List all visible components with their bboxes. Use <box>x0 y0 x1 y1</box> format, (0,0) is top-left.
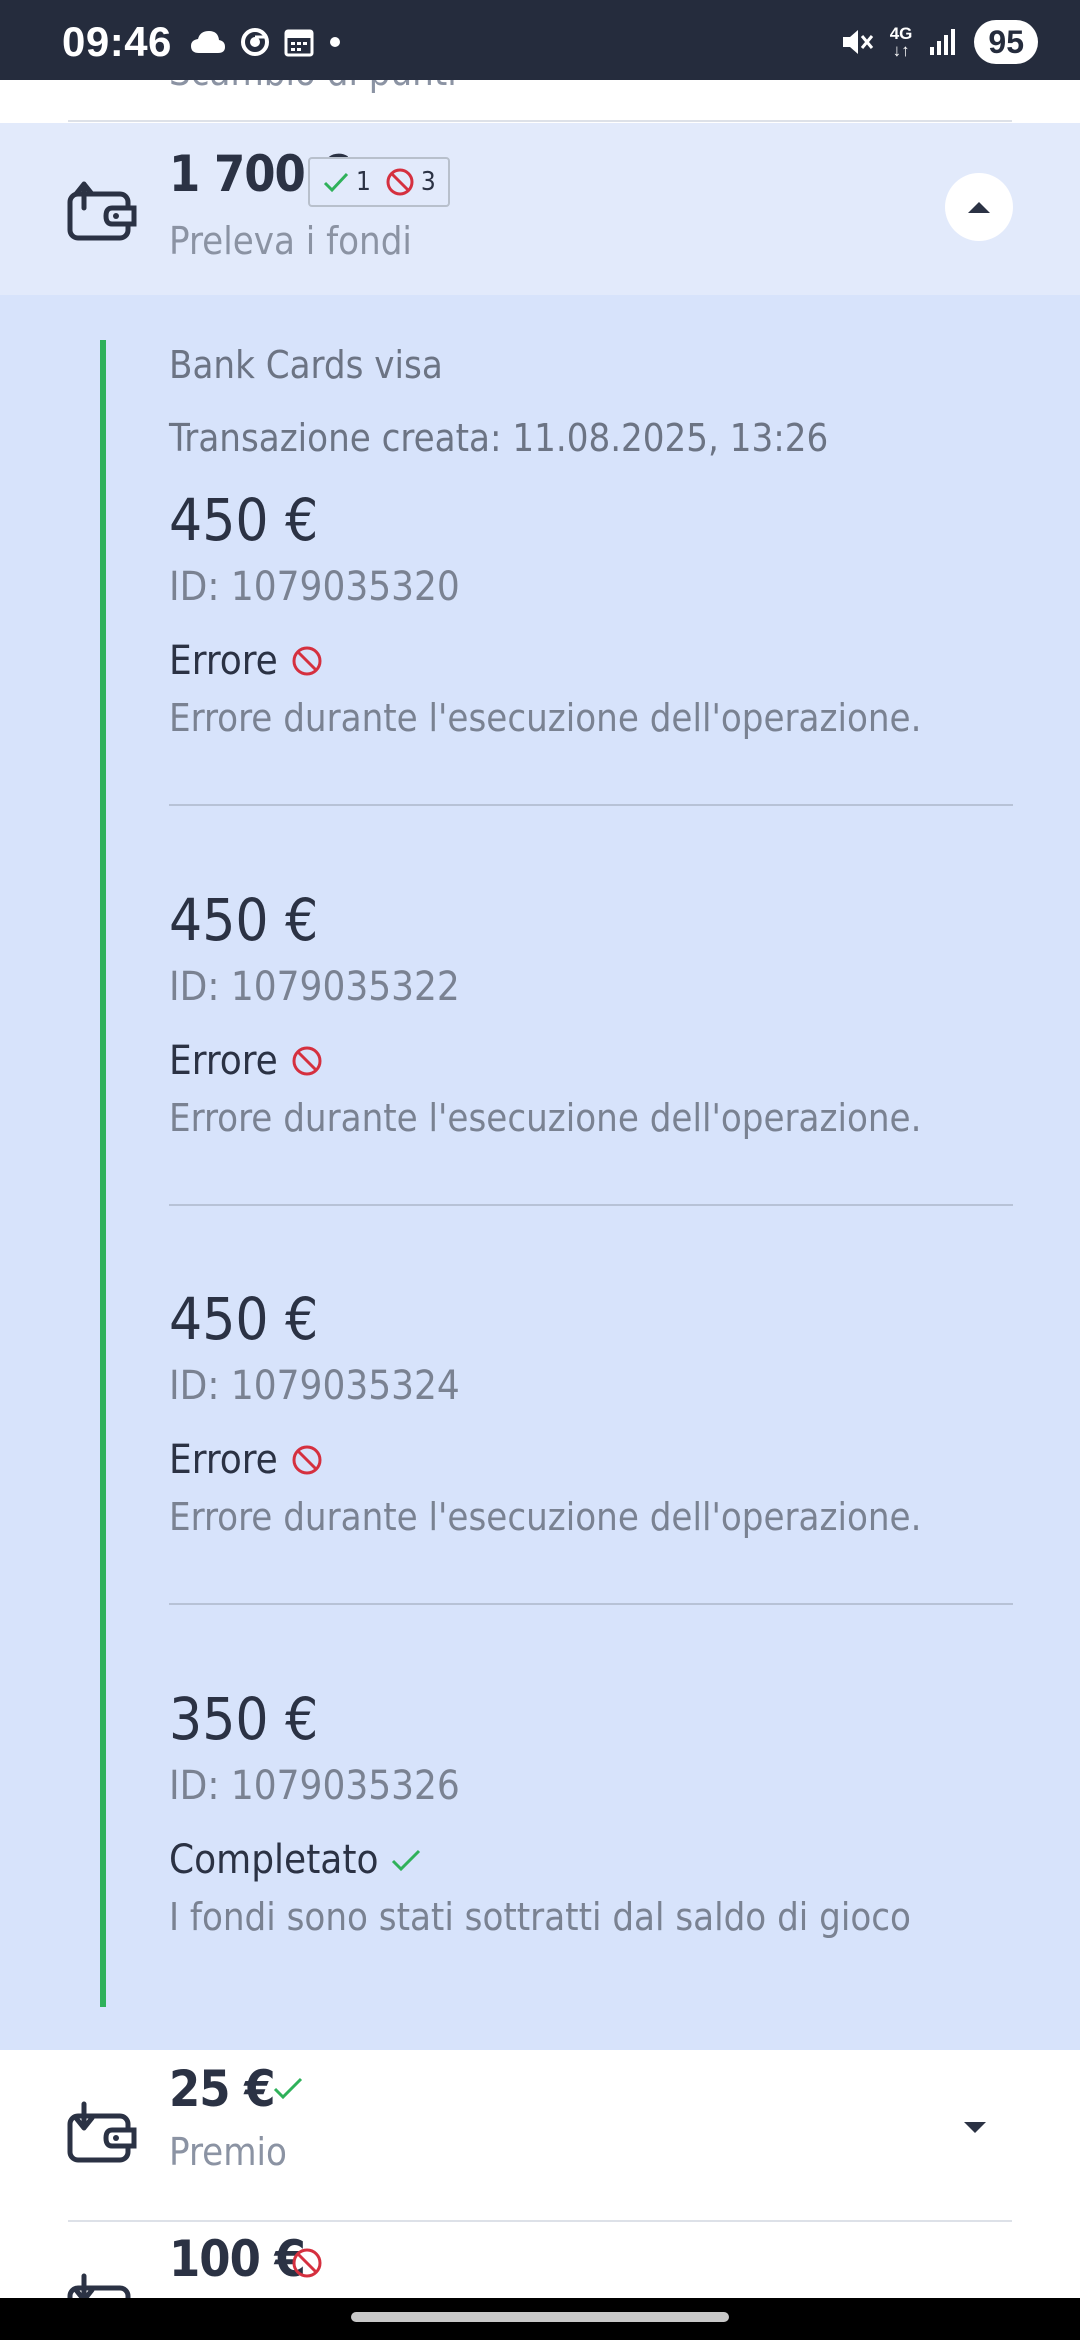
expanded-transaction-group: 1 700 € 1 3 Preleva i fondi Bank Cards v… <box>0 123 1080 2050</box>
divider <box>169 804 1013 806</box>
transaction-item: 450 € ID: 1079035324 Errore Errore duran… <box>169 1285 1013 1605</box>
wallet-withdraw-icon <box>67 181 137 241</box>
mute-icon <box>842 30 873 54</box>
collapse-button[interactable] <box>945 173 1013 241</box>
status-icons-left <box>190 22 342 62</box>
transaction-row[interactable]: 100 € <box>0 2222 1080 2298</box>
transaction-id: ID: 1079035326 <box>169 1763 460 1809</box>
transaction-id: ID: 1079035324 <box>169 1363 460 1409</box>
status-icons-right: 4G ↓↑ 95 <box>840 18 1038 66</box>
blocked-icon <box>292 2248 322 2278</box>
transaction-item: 450 € ID: 1079035320 Errore Errore duran… <box>169 486 1013 806</box>
success-count: 1 <box>356 167 371 197</box>
transactions-list[interactable]: Scambio di punti 1 700 € 1 3 Preleva i f… <box>0 80 1080 2298</box>
status-bar: 09:46 4G ↓↑ 95 <box>0 0 1080 80</box>
transaction-id: ID: 1079035320 <box>169 564 460 610</box>
check-icon <box>392 1849 421 1872</box>
transaction-created: Transazione creata: 11.08.2025, 13:26 <box>169 416 829 460</box>
wallet-deposit-icon <box>67 2101 137 2163</box>
calendar-icon <box>284 29 314 57</box>
status-label: Errore <box>169 1038 278 1084</box>
network-4g-icon: 4G ↓↑ <box>889 24 913 60</box>
network-label: 4G <box>889 24 913 43</box>
status-label: Errore <box>169 1437 278 1483</box>
transaction-message: Errore durante l'esecuzione dell'operazi… <box>169 1096 922 1140</box>
blocked-icon <box>292 646 322 676</box>
transaction-item: 350 € ID: 1079035326 Completato I fondi … <box>169 1685 1013 1985</box>
row-amount: 25 € <box>169 2060 276 2118</box>
success-indicator-bar <box>100 340 106 2007</box>
transaction-message: Errore durante l'esecuzione dell'operazi… <box>169 1495 922 1539</box>
divider <box>169 1204 1013 1206</box>
chevron-up-icon <box>968 202 990 213</box>
divider <box>68 120 1012 122</box>
blocked-icon <box>386 168 414 196</box>
transaction-status: Completato <box>169 1837 422 1883</box>
transaction-amount: 450 € <box>169 1285 319 1353</box>
status-summary-badge: 1 3 <box>308 157 450 207</box>
transaction-amount: 450 € <box>169 886 319 954</box>
cloud-icon <box>191 31 225 53</box>
row-amount: 100 € <box>169 2230 306 2288</box>
group-subtitle: Preleva i fondi <box>169 219 412 263</box>
transaction-amount: 450 € <box>169 486 319 554</box>
check-icon <box>323 172 349 193</box>
home-gesture-handle[interactable] <box>351 2312 729 2322</box>
wallet-deposit-icon <box>67 2273 131 2298</box>
transaction-message: Errore durante l'esecuzione dell'operazi… <box>169 696 922 740</box>
check-icon <box>273 2077 303 2100</box>
status-label: Completato <box>169 1837 379 1883</box>
transaction-item: 450 € ID: 1079035322 Errore Errore duran… <box>169 886 1013 1206</box>
status-time: 09:46 <box>62 18 172 65</box>
battery-icon: 95 <box>974 20 1038 64</box>
transaction-row[interactable]: 25 € Premio <box>0 2050 1080 2220</box>
previous-row-label[interactable]: Scambio di punti <box>169 80 457 94</box>
payment-method: Bank Cards visa <box>169 343 443 387</box>
dot-icon <box>330 37 340 47</box>
chevron-down-icon[interactable] <box>962 2120 988 2136</box>
group-header[interactable]: 1 700 € 1 3 Preleva i fondi <box>0 123 1080 295</box>
error-count: 3 <box>420 167 436 197</box>
transaction-id: ID: 1079035322 <box>169 964 460 1010</box>
transaction-message: I fondi sono stati sottratti dal saldo d… <box>169 1895 911 1939</box>
blocked-icon <box>292 1046 322 1076</box>
transaction-amount: 350 € <box>169 1685 319 1753</box>
divider <box>169 1603 1013 1605</box>
transaction-status: Errore <box>169 1038 324 1084</box>
chrome-icon <box>241 28 269 56</box>
transaction-status: Errore <box>169 1437 324 1483</box>
navigation-bar <box>0 2298 1080 2340</box>
row-subtitle: Premio <box>169 2130 287 2174</box>
status-label: Errore <box>169 638 278 684</box>
signal-icon <box>930 29 956 55</box>
blocked-icon <box>292 1445 322 1475</box>
transaction-status: Errore <box>169 638 324 684</box>
